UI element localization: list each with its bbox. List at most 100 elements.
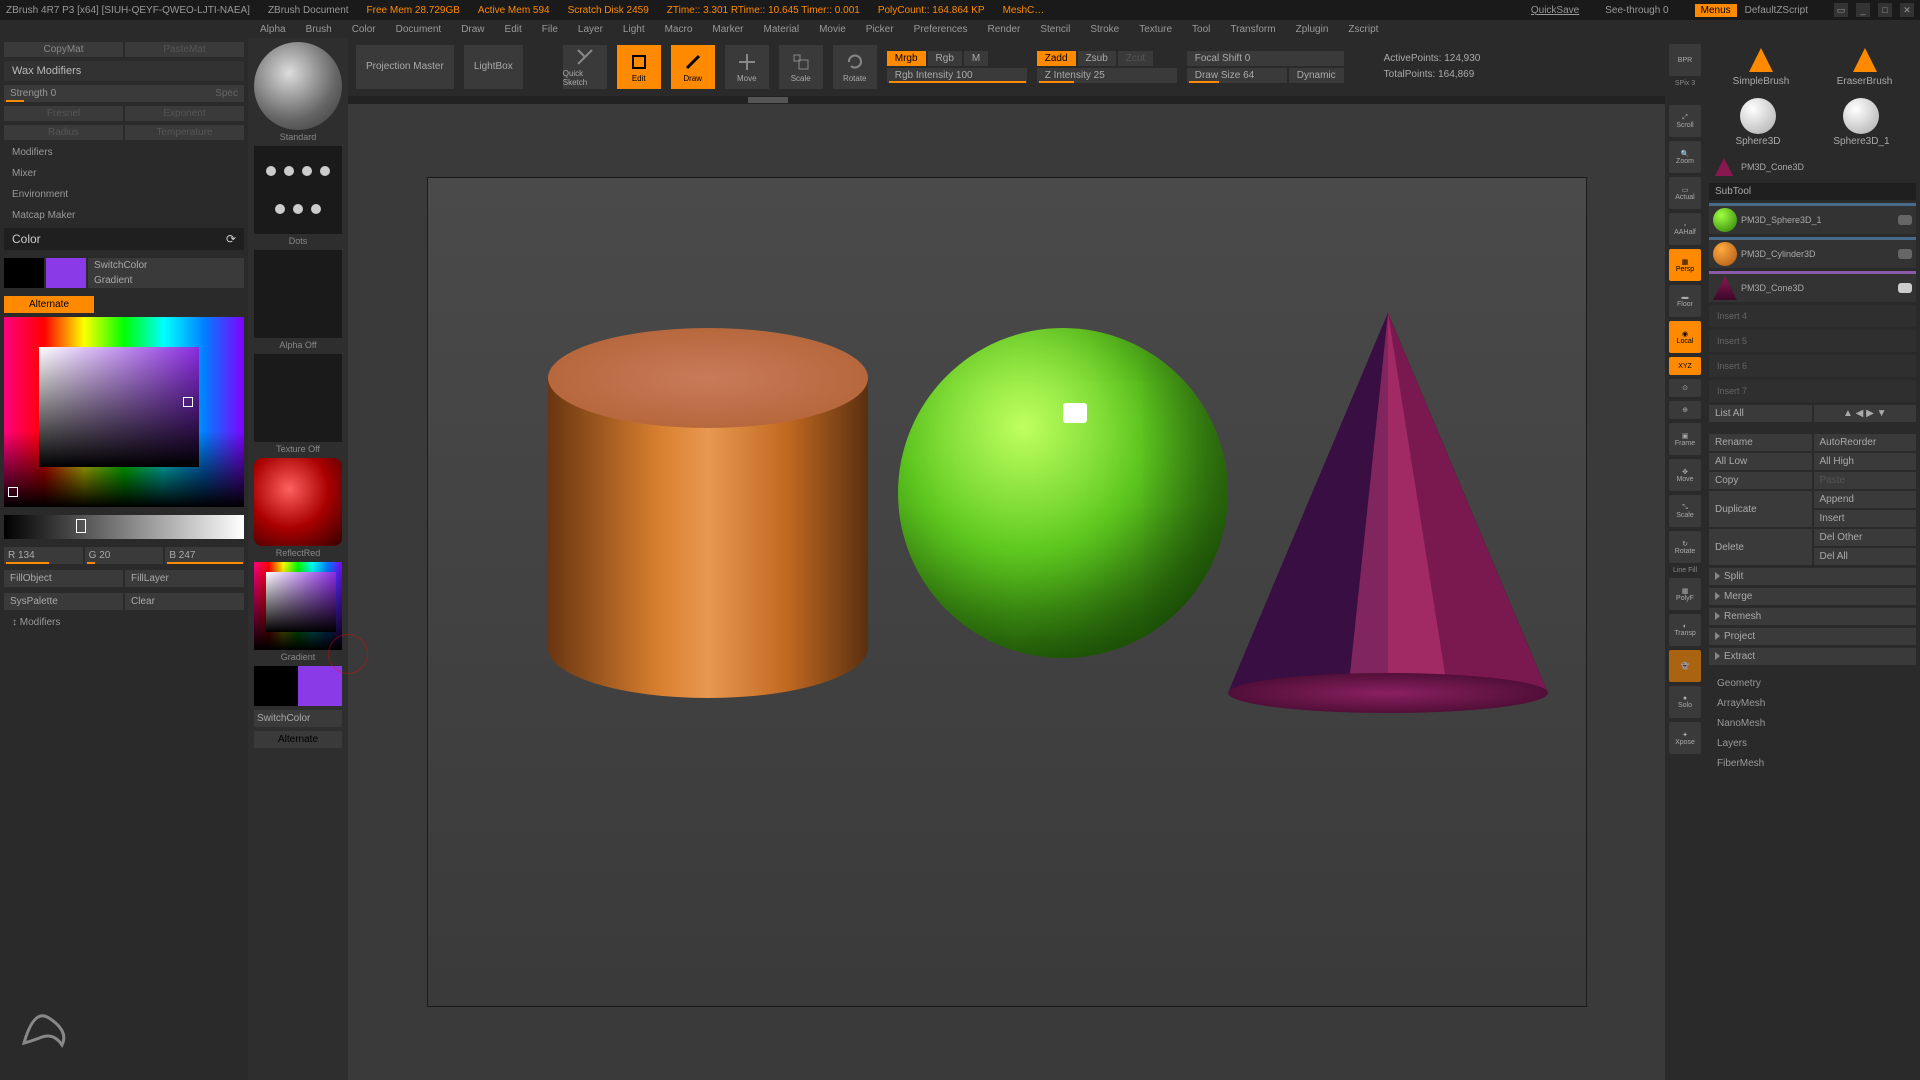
swatch-primary[interactable]	[46, 258, 86, 288]
temperature-slider[interactable]: Temperature	[125, 125, 244, 140]
subtool-header[interactable]: SubTool	[1709, 183, 1916, 200]
menu-marker[interactable]: Marker	[712, 24, 743, 35]
matcap-maker-section[interactable]: Matcap Maker	[4, 207, 244, 224]
color-header[interactable]: Color⟳	[4, 228, 244, 250]
strength-slider[interactable]: Strength 0Spec	[4, 85, 244, 102]
hue-cursor[interactable]	[8, 487, 18, 497]
seethrough-slider[interactable]: See-through 0	[1605, 5, 1668, 16]
viewport[interactable]	[427, 177, 1587, 1007]
edit-button[interactable]: Edit	[617, 45, 661, 89]
sphere3d1-tool[interactable]: Sphere3D_1	[1833, 98, 1889, 147]
menu-brush[interactable]: Brush	[306, 24, 332, 35]
switchcolor-button[interactable]: SwitchColor	[88, 258, 244, 273]
window-max-icon[interactable]: □	[1878, 3, 1892, 17]
delother-button[interactable]: Del Other	[1814, 529, 1917, 546]
subtool-empty-6[interactable]: Insert 6	[1709, 355, 1916, 377]
project-section[interactable]: Project	[1709, 628, 1916, 645]
append-button[interactable]: Append	[1814, 491, 1917, 508]
menu-picker[interactable]: Picker	[866, 24, 894, 35]
sphere-mesh[interactable]	[898, 328, 1228, 658]
polyf-button[interactable]: ▦PolyF	[1669, 578, 1701, 610]
alternate-button[interactable]: Alternate	[4, 296, 94, 313]
wax-modifiers-section[interactable]: Wax Modifiers	[4, 61, 244, 81]
menu-zscript[interactable]: Zscript	[1348, 24, 1378, 35]
cone-mesh[interactable]	[1228, 313, 1548, 713]
color-picker[interactable]	[4, 317, 244, 507]
menu-texture[interactable]: Texture	[1139, 24, 1172, 35]
menu-tool[interactable]: Tool	[1192, 24, 1210, 35]
eye-icon[interactable]	[1898, 249, 1912, 259]
pastemat-button[interactable]: PasteMat	[125, 42, 244, 57]
subtool-row-cylinder[interactable]: PM3D_Cylinder3D	[1709, 237, 1916, 268]
z-intensity-slider[interactable]: Z Intensity 25	[1037, 68, 1177, 83]
simplebrush-tool[interactable]: SimpleBrush	[1733, 46, 1790, 87]
default-script[interactable]: DefaultZScript	[1745, 5, 1808, 16]
layers-section[interactable]: Layers	[1709, 735, 1916, 752]
mixer-section[interactable]: Mixer	[4, 165, 244, 182]
gradient-button[interactable]: Gradient	[88, 273, 244, 288]
syspalette-button[interactable]: SysPalette	[4, 593, 123, 610]
ghost-button[interactable]: 👻	[1669, 650, 1701, 682]
fresnel-slider[interactable]: Fresnel	[4, 106, 123, 121]
menus-button[interactable]: Menus	[1695, 4, 1737, 17]
current-tool[interactable]: PM3D_Cone3D	[1709, 154, 1916, 180]
autoreorder-button[interactable]: AutoReorder	[1814, 434, 1917, 451]
eye-icon[interactable]	[1898, 283, 1912, 293]
brush-preview[interactable]	[254, 42, 342, 130]
move-button[interactable]: Move	[725, 45, 769, 89]
switchcolor-button-2[interactable]: SwitchColor	[254, 710, 342, 727]
rgb-intensity-slider[interactable]: Rgb Intensity 100	[887, 68, 1027, 83]
alternate-button-2[interactable]: Alternate	[254, 731, 342, 748]
solo-button[interactable]: ●Solo	[1669, 686, 1701, 718]
menu-document[interactable]: Document	[396, 24, 442, 35]
insert-button[interactable]: Insert	[1814, 510, 1917, 527]
fibermesh-section[interactable]: FiberMesh	[1709, 755, 1916, 772]
menu-layer[interactable]: Layer	[578, 24, 603, 35]
projection-master-button[interactable]: Projection Master	[356, 45, 454, 89]
stroke-preview[interactable]	[254, 146, 342, 234]
subtool-row-sphere[interactable]: PM3D_Sphere3D_1	[1709, 203, 1916, 234]
persp-button[interactable]: ▦Persp	[1669, 249, 1701, 281]
nav-scale-button[interactable]: ⤡Scale	[1669, 495, 1701, 527]
mrgb-button[interactable]: Mrgb	[887, 51, 926, 66]
menu-file[interactable]: File	[542, 24, 558, 35]
window-min-icon[interactable]: _	[1856, 3, 1870, 17]
draw-size-slider[interactable]: Draw Size 64	[1187, 68, 1287, 83]
scale-button[interactable]: Scale	[779, 45, 823, 89]
delete-button[interactable]: Delete	[1709, 529, 1812, 565]
tab-bar[interactable]	[348, 96, 1665, 104]
alllow-button[interactable]: All Low	[1709, 453, 1812, 470]
split-section[interactable]: Split	[1709, 568, 1916, 585]
sphere3d-tool[interactable]: Sphere3D	[1735, 98, 1780, 147]
fillobject-button[interactable]: FillObject	[4, 570, 123, 587]
menu-edit[interactable]: Edit	[505, 24, 522, 35]
focal-shift-slider[interactable]: Focal Shift 0	[1187, 51, 1344, 66]
menu-movie[interactable]: Movie	[819, 24, 846, 35]
mini-color-picker[interactable]	[254, 562, 342, 650]
delall-button[interactable]: Del All	[1814, 548, 1917, 565]
refresh-icon[interactable]: ⟳	[226, 232, 236, 246]
dynamic-button[interactable]: Dynamic	[1289, 68, 1344, 83]
spix-label[interactable]: SPix 3	[1675, 80, 1695, 87]
extract-section[interactable]: Extract	[1709, 648, 1916, 665]
remesh-section[interactable]: Remesh	[1709, 608, 1916, 625]
copymat-button[interactable]: CopyMat	[4, 42, 123, 57]
eraserbrush-tool[interactable]: EraserBrush	[1837, 46, 1893, 87]
duplicate-button[interactable]: Duplicate	[1709, 491, 1812, 527]
allhigh-button[interactable]: All High	[1814, 453, 1917, 470]
texture-preview[interactable]	[254, 354, 342, 442]
transp-button[interactable]: ◐Transp	[1669, 614, 1701, 646]
menu-render[interactable]: Render	[988, 24, 1021, 35]
menu-color[interactable]: Color	[352, 24, 376, 35]
lightbox-button[interactable]: LightBox	[464, 45, 523, 89]
arraymesh-section[interactable]: ArrayMesh	[1709, 695, 1916, 712]
zoom-button[interactable]: 🔍Zoom	[1669, 141, 1701, 173]
aahalf-button[interactable]: ▫AAHalf	[1669, 213, 1701, 245]
local-button[interactable]: ◉Local	[1669, 321, 1701, 353]
actual-button[interactable]: ▭Actual	[1669, 177, 1701, 209]
xpose-button[interactable]: ✦Xpose	[1669, 722, 1701, 754]
nanomesh-section[interactable]: NanoMesh	[1709, 715, 1916, 732]
paste-button[interactable]: Paste	[1814, 472, 1917, 489]
zcut-button[interactable]: Zcut	[1118, 51, 1153, 66]
xyz-button[interactable]: XYZ	[1669, 357, 1701, 375]
